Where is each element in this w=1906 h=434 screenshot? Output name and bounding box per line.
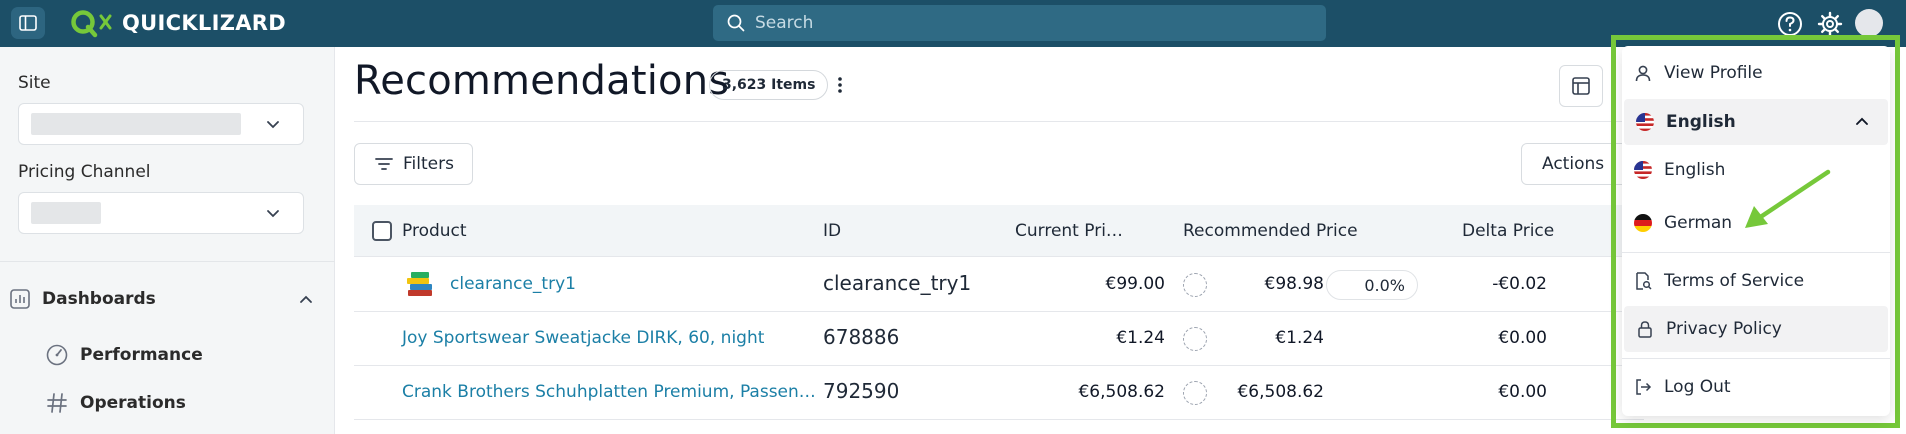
brand-logo[interactable]: QUICKLIZARD <box>70 8 286 38</box>
sidebar-item-label: Operations <box>80 393 186 413</box>
recommended-price: €6,508.62 <box>1237 382 1324 402</box>
filters-label: Filters <box>403 154 454 174</box>
sidebar-section-dashboards[interactable]: Dashboards <box>10 284 320 314</box>
menu-item-privacy-policy[interactable]: Privacy Policy <box>1624 306 1888 352</box>
status-circle[interactable] <box>1183 327 1207 351</box>
filter-icon <box>375 158 393 170</box>
brand-name: QUICKLIZARD <box>122 11 286 35</box>
item-count-badge: 3,623 Items <box>709 70 829 100</box>
sidebar-item-label: Performance <box>80 345 203 365</box>
table-header: Product ID Current Pri… Recommended Pric… <box>354 205 1644 257</box>
table-row[interactable]: clearance_try1 clearance_try1 €99.00 €98… <box>354 258 1644 312</box>
current-price: €6,508.62 <box>1078 382 1165 402</box>
chevron-down-icon <box>267 210 279 218</box>
search-icon <box>727 14 745 32</box>
gauge-icon <box>46 344 68 366</box>
column-header-id[interactable]: ID <box>823 221 841 241</box>
current-language-label: English <box>1666 112 1736 132</box>
table-view-button[interactable] <box>1559 65 1603 107</box>
us-flag-icon <box>1636 113 1654 131</box>
site-value-redacted <box>31 113 241 135</box>
avatar[interactable] <box>1855 9 1883 37</box>
menu-item-log-out[interactable]: Log Out <box>1622 364 1890 410</box>
column-header-current-price[interactable]: Current Pri… <box>1015 221 1123 241</box>
chevron-up-icon <box>300 295 312 303</box>
current-price: €1.24 <box>1116 328 1165 348</box>
table-layout-icon <box>1572 77 1590 95</box>
search-input[interactable] <box>755 13 1295 33</box>
column-header-product[interactable]: Product <box>402 221 467 241</box>
table-row[interactable]: Joy Sportswear Sweatjacke DIRK, 60, nigh… <box>354 312 1644 366</box>
annotation-arrow-icon <box>1745 169 1831 228</box>
product-link[interactable]: clearance_try1 <box>450 274 576 294</box>
status-circle[interactable] <box>1183 273 1207 297</box>
sidebar-section-label: Dashboards <box>42 289 156 309</box>
percent-change-pill: 0.0% <box>1326 270 1418 300</box>
actions-label: Actions <box>1542 154 1605 174</box>
sidebar-toggle-button[interactable] <box>11 7 45 39</box>
menu-item-terms-of-service[interactable]: Terms of Service <box>1622 258 1890 304</box>
kebab-menu-icon <box>838 77 842 93</box>
sidebar-toggle-icon <box>19 15 37 31</box>
chevron-down-icon <box>267 121 279 129</box>
filters-button[interactable]: Filters <box>354 143 473 185</box>
product-link[interactable]: Joy Sportswear Sweatjacke DIRK, 60, nigh… <box>402 328 764 348</box>
table-row[interactable]: Crank Brothers Schuhplatten Premium, Pas… <box>354 366 1644 420</box>
menu-label: Log Out <box>1664 377 1731 397</box>
menu-item-view-profile[interactable]: View Profile <box>1622 50 1890 96</box>
pricing-channel-value-redacted <box>31 202 101 224</box>
language-selector[interactable]: English <box>1624 99 1888 145</box>
document-search-icon <box>1636 272 1652 290</box>
menu-divider <box>1622 252 1890 253</box>
status-circle[interactable] <box>1183 381 1207 405</box>
product-link[interactable]: Crank Brothers Schuhplatten Premium, Pas… <box>402 382 816 402</box>
page-title: Recommendations <box>354 58 730 104</box>
menu-divider <box>1622 358 1890 359</box>
language-option-label: German <box>1664 213 1733 233</box>
lock-icon <box>1638 321 1652 338</box>
delta-price: -€0.02 <box>1492 274 1547 294</box>
site-label: Site <box>18 73 51 93</box>
recommended-price: €1.24 <box>1275 328 1324 348</box>
product-id: clearance_try1 <box>823 271 972 295</box>
sidebar: Site Pricing Channel Dashboards Performa… <box>0 47 335 434</box>
sidebar-item-performance[interactable]: Performance <box>46 340 203 370</box>
chevron-up-icon <box>1856 117 1868 125</box>
quicklizard-logo-icon <box>71 10 112 38</box>
menu-label: Privacy Policy <box>1666 319 1782 339</box>
user-icon <box>1635 65 1651 82</box>
site-select[interactable] <box>18 103 304 145</box>
chart-icon <box>10 289 30 309</box>
pricing-channel-label: Pricing Channel <box>18 162 151 182</box>
product-thumbnail-books-icon <box>407 272 432 296</box>
header-divider <box>354 121 1644 122</box>
search-bar[interactable] <box>713 5 1326 41</box>
current-price: €99.00 <box>1105 274 1165 294</box>
gear-icon <box>1817 11 1843 37</box>
help-icon <box>1778 12 1802 36</box>
sidebar-item-operations[interactable]: Operations <box>46 388 186 418</box>
language-option-label: English <box>1664 160 1726 180</box>
product-id: 678886 <box>823 325 900 349</box>
column-header-recommended-price[interactable]: Recommended Price <box>1183 221 1358 241</box>
hash-icon <box>47 393 67 413</box>
product-id: 792590 <box>823 379 900 403</box>
german-flag-icon <box>1634 214 1652 232</box>
select-all-checkbox[interactable] <box>372 221 392 241</box>
menu-label: View Profile <box>1664 63 1763 83</box>
us-flag-icon <box>1634 161 1652 179</box>
more-options-button[interactable] <box>830 73 850 97</box>
menu-label: Terms of Service <box>1664 271 1805 291</box>
sidebar-divider <box>0 261 335 262</box>
pricing-channel-select[interactable] <box>18 192 304 234</box>
delta-price: €0.00 <box>1498 328 1547 348</box>
logout-icon <box>1636 379 1652 395</box>
delta-price: €0.00 <box>1498 382 1547 402</box>
column-header-delta-price[interactable]: Delta Price <box>1462 221 1554 241</box>
recommended-price: €98.98 <box>1264 274 1324 294</box>
